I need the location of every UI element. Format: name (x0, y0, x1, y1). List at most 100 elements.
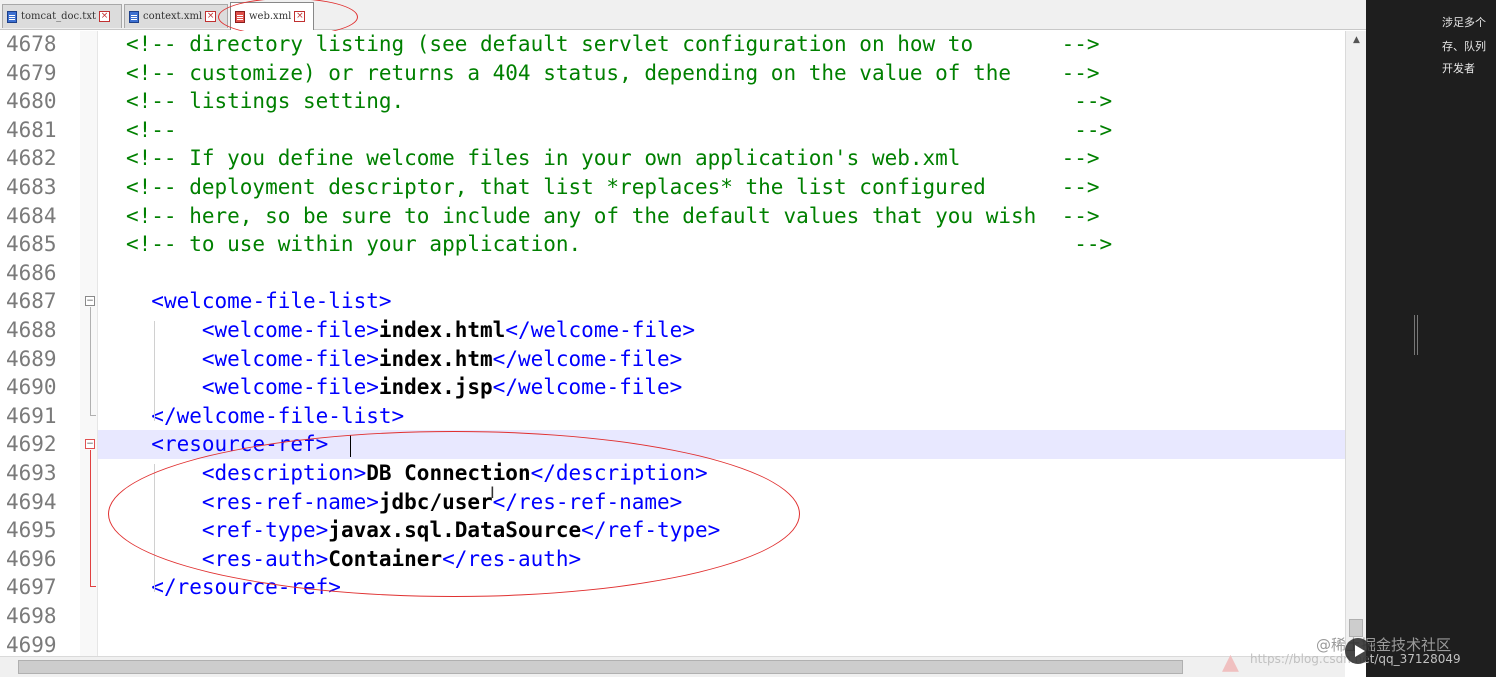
code-line[interactable]: 4693 <description>DB Connection</descrip… (0, 459, 1345, 488)
line-number: 4697 (6, 575, 57, 600)
line-code: <welcome-file>index.html</welcome-file> (126, 316, 695, 345)
code-line[interactable]: 4683 <!-- deployment descriptor, that lis… (0, 173, 1345, 202)
fold-toggle-welcome-file-list[interactable]: − (85, 296, 95, 306)
code-line[interactable]: 4689 <welcome-file>index.htm</welcome-fi… (0, 345, 1345, 374)
scrollbar-thumb[interactable] (18, 660, 1183, 674)
code-token-text: index.htm (378, 346, 493, 371)
code-line[interactable]: 4684 <!-- here, so be sure to include any… (0, 202, 1345, 231)
code-line[interactable]: 4686 (0, 259, 1345, 288)
code-line[interactable]: 4680 <!-- listings setting. --> (0, 87, 1345, 116)
code-line[interactable]: 4688 <welcome-file>index.html</welcome-f… (0, 316, 1345, 345)
code-token-tag: </welcome-file> (492, 375, 683, 400)
side-text-line: 存、队列 (1442, 40, 1486, 53)
code-line[interactable]: 4682 <!-- If you define welcome files in … (0, 144, 1345, 173)
code-line[interactable]: 4685 <!-- to use within your application.… (0, 230, 1345, 259)
line-number: 4682 (6, 146, 57, 171)
line-number: 4690 (6, 375, 57, 400)
tab-label: context.xml (143, 11, 203, 22)
line-number: 4693 (6, 461, 57, 485)
code-token-tag: <welcome-file> (201, 346, 379, 371)
code-token-tag: <resource-ref> (151, 432, 329, 457)
line-number: 4679 (6, 60, 57, 85)
brand-logo: ▲ (1222, 650, 1239, 675)
code-token-tag: </description> (530, 461, 708, 485)
code-token-comment: <!-- listings setting. --> (126, 89, 1113, 114)
fold-line (90, 450, 91, 586)
line-code: </welcome-file-list> (126, 402, 404, 431)
line-code: <welcome-file-list> (126, 287, 391, 316)
code-token-comment: <!-- deployment descriptor, that list *r… (126, 175, 1100, 199)
line-code: <res-ref-name>jdbc/user</res-ref-name> (126, 488, 682, 517)
tab-label: tomcat_doc.txt (21, 11, 96, 22)
tab-context-xml[interactable]: context.xml × (124, 4, 228, 28)
code-line[interactable]: 4699 (0, 631, 1345, 656)
code-token-text: jdbc/user (378, 489, 493, 514)
tab-web-xml[interactable]: web.xml × (230, 2, 314, 30)
code-token-comment: <!-- --> (126, 117, 1113, 142)
file-icon (7, 10, 17, 23)
code-line[interactable]: 4687 <welcome-file-list> (0, 287, 1345, 316)
indent-guide (154, 464, 155, 592)
code-token-tag: <ref-type> (201, 518, 329, 543)
code-line[interactable]: 4694 <res-ref-name>jdbc/user</res-ref-na… (0, 488, 1345, 517)
code-token-tag: <res-ref-name> (201, 489, 379, 514)
tab-tomcat-doc[interactable]: tomcat_doc.txt × (2, 4, 122, 28)
line-code: <!-- deployment descriptor, that list *r… (126, 173, 1100, 202)
line-number: 4681 (6, 117, 57, 142)
code-line[interactable]: 4678 <!-- directory listing (see default … (0, 31, 1345, 59)
code-line[interactable]: 4697 </resource-ref> (0, 573, 1345, 602)
code-line[interactable]: 4698 (0, 602, 1345, 631)
line-code: <ref-type>javax.sql.DataSource</ref-type… (126, 516, 720, 545)
code-token-tag: </res-ref-name> (492, 489, 683, 514)
line-number: 4692 (6, 432, 57, 457)
line-number: 4699 (6, 632, 57, 656)
line-number: 4695 (6, 518, 57, 543)
code-line[interactable]: 4691 </welcome-file-list> (0, 402, 1345, 431)
code-line[interactable]: 4679 <!-- customize) or returns a 404 sta… (0, 59, 1345, 88)
close-icon[interactable]: × (98, 11, 110, 22)
code-line[interactable]: 4696 <res-auth>Container</res-auth> (0, 545, 1345, 574)
line-number: 4678 (6, 32, 57, 56)
side-panel (1366, 0, 1496, 677)
line-number: 4691 (6, 403, 57, 428)
scroll-up-icon[interactable]: ▲ (1346, 31, 1367, 49)
code-token-tag: </resource-ref> (151, 575, 341, 600)
code-token-text: javax.sql.DataSource (328, 518, 582, 543)
line-code: </resource-ref> (126, 573, 341, 602)
line-code: <welcome-file>index.jsp</welcome-file> (126, 373, 682, 402)
fold-toggle-resource-ref[interactable]: − (85, 439, 95, 449)
horizontal-scrollbar[interactable] (0, 656, 1345, 677)
code-token-tag: <welcome-file> (201, 318, 379, 342)
code-token-tag: </ref-type> (581, 518, 721, 543)
code-token-tag: </welcome-file> (492, 346, 683, 371)
line-number: 4688 (6, 318, 57, 342)
code-token-tag: <welcome-file> (201, 375, 379, 400)
play-icon[interactable] (1345, 638, 1371, 664)
file-icon (235, 10, 245, 23)
line-number: 4684 (6, 203, 57, 228)
code-line[interactable]: 4681 <!-- --> (0, 116, 1345, 145)
line-code: <description>DB Connection</description> (126, 459, 708, 488)
code-line[interactable]: 4692 <resource-ref> (0, 430, 1345, 459)
close-icon[interactable]: × (294, 11, 306, 22)
vertical-scrollbar[interactable]: ▲ (1345, 31, 1366, 656)
line-number: 4694 (6, 489, 57, 514)
code-line[interactable]: 4690 <welcome-file>index.jsp</welcome-fi… (0, 373, 1345, 402)
code-token-comment: <!-- If you define welcome files in your… (126, 146, 1100, 171)
mouse-ibeam-cursor: I (490, 483, 495, 502)
close-icon[interactable]: × (205, 11, 217, 22)
code-area[interactable]: 4678 <!-- directory listing (see default … (0, 31, 1345, 656)
file-icon (129, 10, 139, 23)
editor-window: tomcat_doc.txt × context.xml × web.xml ×… (0, 0, 1366, 677)
panel-resize-handle[interactable] (1414, 315, 1418, 355)
line-code: <!-- listings setting. --> (126, 87, 1112, 116)
tab-bar: tomcat_doc.txt × context.xml × web.xml × (0, 0, 1366, 36)
code-token-comment: <!-- here, so be sure to include any of … (126, 203, 1100, 228)
code-line[interactable]: 4695 <ref-type>javax.sql.DataSource</ref… (0, 516, 1345, 545)
code-token-tag: </welcome-file> (505, 318, 695, 342)
